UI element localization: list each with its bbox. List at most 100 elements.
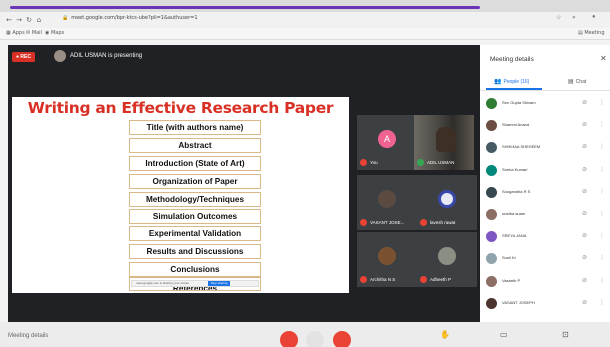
- more-options-icon[interactable]: ⋮: [599, 254, 605, 261]
- more-options-icon[interactable]: ⋮: [599, 210, 605, 217]
- participant-name: Vasanth P: [502, 277, 521, 283]
- forward-icon[interactable]: →: [14, 16, 24, 24]
- video-tile[interactable]: VASANT JOSE...: [357, 175, 417, 230]
- mic-on-icon: [417, 159, 424, 166]
- meeting-details-label[interactable]: Meeting details: [8, 333, 48, 339]
- slide-topic-box: Title (with authors name): [129, 120, 261, 135]
- participant-avatar: [378, 247, 396, 266]
- present-now-icon[interactable]: ⊡: [562, 330, 569, 339]
- video-tile[interactable]: lavesh rawat: [417, 175, 477, 230]
- participant-name: Sunil Kr: [502, 255, 517, 261]
- video-tile[interactable]: Adheeth P: [417, 232, 477, 287]
- more-options-icon[interactable]: ⋮: [599, 299, 605, 306]
- participant-row[interactable]: sradha suam ⊘ ⋮: [486, 206, 608, 224]
- stop-sharing-button[interactable]: Stop sharing: [208, 281, 230, 286]
- more-options-icon[interactable]: ⋮: [599, 277, 605, 284]
- mic-muted-icon: ⊘: [582, 143, 588, 151]
- meeting-details-panel: Meeting details ✕ 👥 People (16) ▤ Chat Sen…: [480, 45, 610, 322]
- bookmarks-bar: ▦ Apps ✉ Mail ◉ Maps ▤ Meeting: [0, 28, 610, 40]
- slide-topic-box: Organization of Paper: [129, 174, 261, 189]
- video-tile-you[interactable]: A You: [357, 115, 417, 170]
- people-icon: 👥: [494, 78, 502, 85]
- tile-name-label: Adheeth P: [430, 277, 452, 282]
- bookmark-label: Maps: [50, 30, 65, 36]
- participant-row[interactable]: Sen Gupta Shivam ⊘ ⋮: [486, 95, 608, 113]
- captions-icon[interactable]: ▭: [500, 330, 508, 339]
- close-icon[interactable]: ✕: [600, 54, 607, 63]
- bookmark-apps[interactable]: ▦ Apps: [6, 30, 25, 36]
- leave-call-button[interactable]: [306, 331, 324, 347]
- raise-hand-icon[interactable]: ✋: [440, 330, 450, 339]
- mic-muted-icon: ⊘: [582, 165, 588, 173]
- slide-topic-box: Methodology/Techniques: [129, 192, 261, 207]
- participant-row[interactable]: Sunil Kr ⊘ ⋮: [486, 250, 608, 268]
- participant-avatar: [438, 190, 456, 209]
- more-options-icon[interactable]: ⋮: [599, 166, 605, 173]
- slide-topic-box: Results and Discussions: [129, 244, 261, 259]
- tile-name: You: [360, 159, 378, 166]
- participant-avatar: [486, 98, 497, 109]
- slide-topic-box: Abstract: [129, 138, 261, 153]
- participant-row[interactable]: Sougandha R S ⊘ ⋮: [486, 184, 608, 202]
- mic-off-icon: [360, 219, 367, 226]
- bookmark-label: Apps: [12, 30, 25, 36]
- participant-avatar: [378, 190, 396, 209]
- participant-avatar: [486, 209, 497, 220]
- address-bar[interactable]: 🔒 meet.google.com/bpr-ktcs-ube?pli=1&auth…: [62, 15, 198, 21]
- more-options-icon[interactable]: ⋮: [599, 188, 605, 195]
- camera-person: [436, 127, 456, 152]
- chat-icon: ▤: [568, 78, 574, 85]
- bookmark-label: Mail: [31, 30, 42, 36]
- participant-row[interactable]: VASANT JOSEPH ⊘ ⋮: [486, 295, 608, 313]
- bookmark-maps[interactable]: ◉ Maps: [45, 30, 64, 36]
- more-options-icon[interactable]: ⋮: [599, 232, 605, 239]
- participant-row[interactable]: SREYA JANA ⊘ ⋮: [486, 228, 608, 246]
- participant-avatar: [486, 186, 497, 198]
- participant-row[interactable]: Shammi Anand ⊘ ⋮: [486, 117, 608, 135]
- bookmark-mail[interactable]: ✉ Mail: [26, 30, 42, 36]
- slide-topic-box: Conclusions: [129, 262, 261, 277]
- tab-label: Chat: [575, 78, 587, 85]
- slide-topic-box: Introduction (State of Art): [129, 156, 261, 171]
- more-options-icon[interactable]: ⋮: [599, 121, 605, 128]
- rec-label: REC: [20, 54, 31, 60]
- tile-name: Adheeth P: [420, 276, 451, 283]
- more-options-icon[interactable]: ⋮: [599, 143, 605, 150]
- participant-avatar: [486, 120, 497, 132]
- participant-row[interactable]: Sneha Kumari ⊘ ⋮: [486, 162, 608, 180]
- mic-toggle-button[interactable]: [280, 331, 298, 347]
- participant-avatar: [486, 297, 497, 309]
- participant-name: Shammi Anand: [502, 122, 530, 128]
- profile-icon[interactable]: ●: [592, 14, 596, 20]
- mic-off-icon: [360, 159, 367, 166]
- participant-avatar: A: [378, 130, 396, 149]
- back-icon[interactable]: ←: [4, 16, 14, 24]
- star-icon[interactable]: ☆: [556, 14, 561, 21]
- share-notice-text: meet.google.com is sharing your screen.: [136, 281, 191, 285]
- address-bar-row: ← → ↻ ⌂ 🔒 meet.google.com/bpr-ktcs-ube?pl…: [0, 12, 610, 28]
- mic-muted-icon: ⊘: [582, 121, 588, 129]
- presented-slide: Writing an Effective Research Paper Titl…: [12, 97, 349, 293]
- participant-row[interactable]: SHIKHAA SHEHEEM ⊘ ⋮: [486, 139, 608, 157]
- slide-title: Writing an Effective Research Paper: [27, 99, 334, 117]
- participant-name: sradha suam: [502, 211, 526, 216]
- participant-name: SREYA JANA: [502, 233, 527, 239]
- video-tile[interactable]: Architha N S: [357, 232, 417, 287]
- presenting-text: ADIL USMAN is presenting: [70, 53, 143, 59]
- lock-icon: 🔒: [62, 15, 69, 21]
- reload-icon[interactable]: ↻: [24, 16, 34, 24]
- tile-name-label: lavesh rawat: [430, 220, 456, 225]
- home-icon[interactable]: ⌂: [34, 16, 44, 24]
- camera-toggle-button[interactable]: [333, 331, 351, 347]
- recording-badge: ● REC: [12, 52, 35, 62]
- tab-chat[interactable]: ▤ Chat: [568, 78, 586, 85]
- bookmark-meeting[interactable]: ▤ Meeting: [578, 30, 605, 36]
- divider: [480, 90, 610, 91]
- more-options-icon[interactable]: ⋮: [599, 99, 605, 106]
- participant-name: Sougandha R S: [502, 188, 531, 194]
- participant-avatar: [438, 247, 456, 266]
- video-tile-camera[interactable]: ADIL USMAN: [414, 115, 474, 170]
- participant-row[interactable]: Vasanth P ⊘ ⋮: [486, 273, 608, 291]
- tab-people[interactable]: 👥 People (16): [494, 78, 529, 85]
- extensions-icon[interactable]: ⋄: [572, 14, 576, 21]
